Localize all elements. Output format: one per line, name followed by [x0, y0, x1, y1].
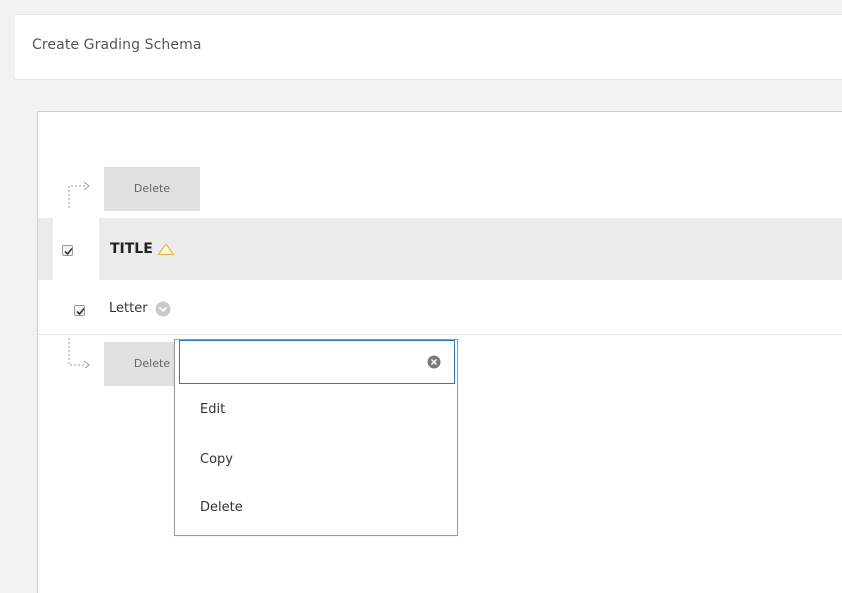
delete-button-top[interactable]: Delete — [104, 167, 200, 211]
row-title[interactable]: Letter — [109, 301, 148, 316]
checkmark-icon — [76, 307, 85, 316]
dashed-corner-arrow-icon — [68, 181, 90, 208]
menu-item-copy[interactable]: Copy — [200, 452, 233, 467]
page-title: Create Grading Schema — [32, 37, 202, 53]
select-all-checkbox[interactable] — [62, 245, 73, 256]
page-header: Create Grading Schema — [15, 14, 842, 80]
checkmark-icon — [64, 247, 73, 256]
menu-search-input[interactable] — [179, 340, 455, 384]
menu-item-edit[interactable]: Edit — [200, 402, 225, 417]
menu-item-delete[interactable]: Delete — [200, 500, 243, 515]
row-checkbox[interactable] — [74, 305, 85, 316]
header-checkbox-cell — [53, 218, 99, 280]
clear-circle-x-icon[interactable] — [427, 355, 441, 369]
chevron-down-circle-icon[interactable] — [155, 301, 171, 317]
triangle-up-sort-icon[interactable] — [157, 242, 175, 256]
dashed-corner-arrow-icon — [68, 338, 90, 368]
row-context-menu: Edit Copy Delete — [174, 339, 458, 536]
column-header-title[interactable]: TITLE — [110, 241, 153, 257]
